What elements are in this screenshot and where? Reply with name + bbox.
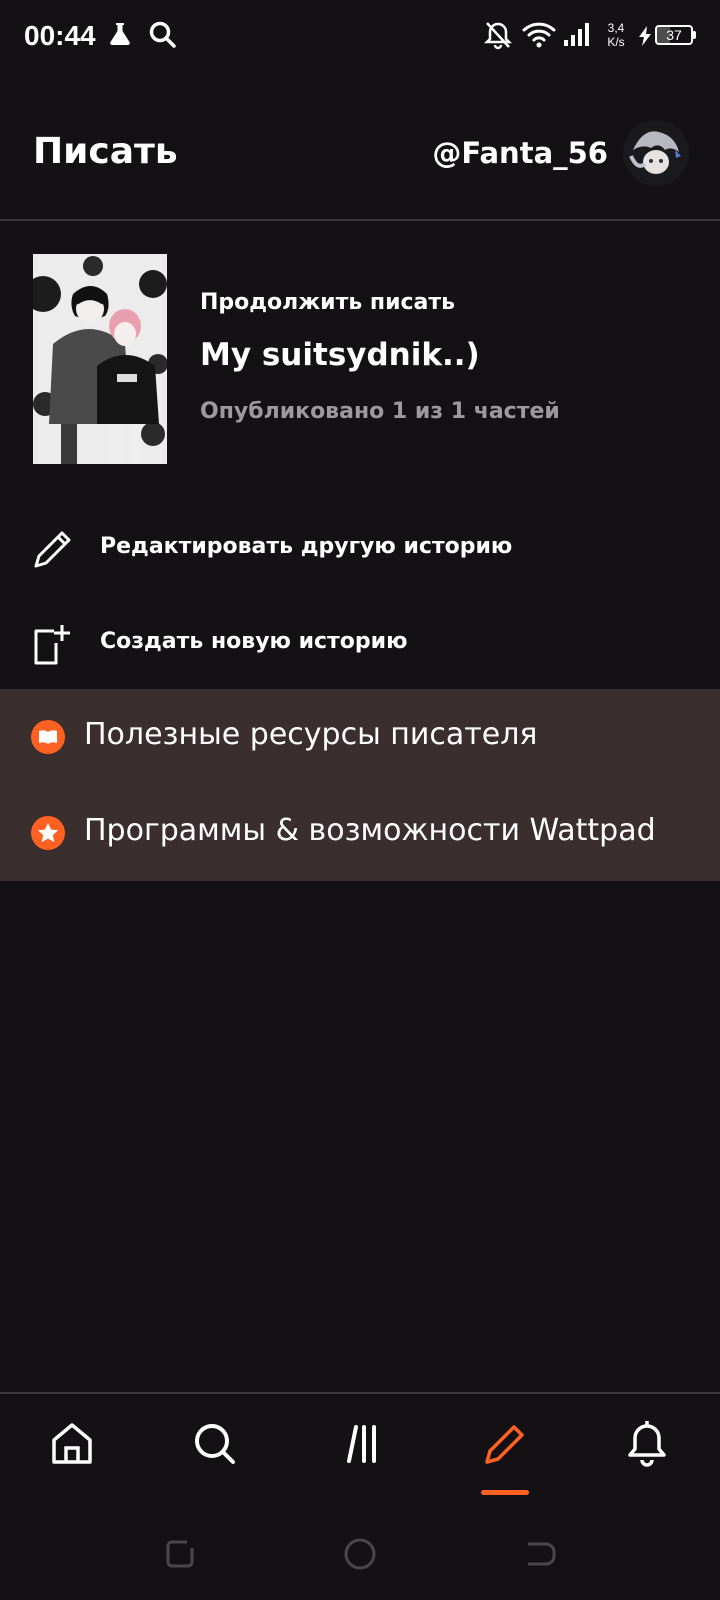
home-button-icon[interactable] [340,1534,380,1574]
avatar[interactable] [623,120,689,186]
edit-other-story-button[interactable]: Редактировать другую историю [0,508,720,588]
new-story-icon [34,625,70,665]
parts-info: Опубликовано 1 из 1 частей [200,399,560,424]
signal-icon [564,23,589,46]
create-new-story-label: Создать новую историю [100,629,408,654]
recent-apps-icon[interactable] [160,1534,200,1574]
network-speed: 3,4 K/s [603,21,629,49]
header-divider [0,219,720,221]
battery-text: 37 [666,27,682,43]
wattpad-programs-label: Программы & возможности Wattpad [84,813,656,848]
username-link[interactable]: @Fanta_56 [432,136,608,170]
book-icon [31,720,65,754]
back-icon[interactable] [520,1534,560,1574]
writer-resources-label: Полезные ресурсы писателя [84,717,538,752]
page-title: Писать [33,131,178,172]
charging-icon [639,26,651,46]
search-icon [149,21,176,48]
search-icon[interactable] [185,1414,245,1474]
network-speed-value: 3,4 [607,21,625,35]
avatar-image [623,120,689,186]
resources-panel: Полезные ресурсы писателя Программы & во… [0,689,720,881]
edit-other-story-label: Редактировать другую историю [100,534,513,559]
star-icon [31,816,65,850]
continue-writing-label: Продолжить писать [200,290,456,315]
writer-resources-item[interactable]: Полезные ресурсы писателя [0,689,720,785]
status-bar: 00:44 3,4 K/s 37 [0,0,720,72]
network-speed-unit: K/s [607,35,625,49]
active-tab-indicator [481,1490,529,1495]
bottom-nav [0,1394,720,1504]
create-new-story-button[interactable]: Создать новую историю [0,603,720,683]
bell-off-icon [484,22,512,50]
continue-writing[interactable]: Продолжить писать My suitsydnik..) Опубл… [200,290,700,424]
battery-icon: 37 [655,25,693,45]
library-icon[interactable] [332,1414,392,1474]
notifications-icon[interactable] [617,1414,677,1474]
wattpad-programs-item[interactable]: Программы & возможности Wattpad [0,785,720,881]
write-screen: 00:44 3,4 K/s 37 Писать @Fanta_56 Продол… [0,0,720,1600]
story-title: My suitsydnik..) [200,337,480,373]
story-cover[interactable] [33,254,167,464]
battery-tip [693,31,696,39]
pencil-icon [34,531,71,568]
wifi-icon [522,22,556,48]
write-icon[interactable] [475,1414,535,1474]
home-icon[interactable] [42,1414,102,1474]
status-time: 00:44 [24,20,96,51]
flask-icon [110,23,130,45]
story-cover-image [33,254,167,464]
system-nav [0,1512,720,1600]
